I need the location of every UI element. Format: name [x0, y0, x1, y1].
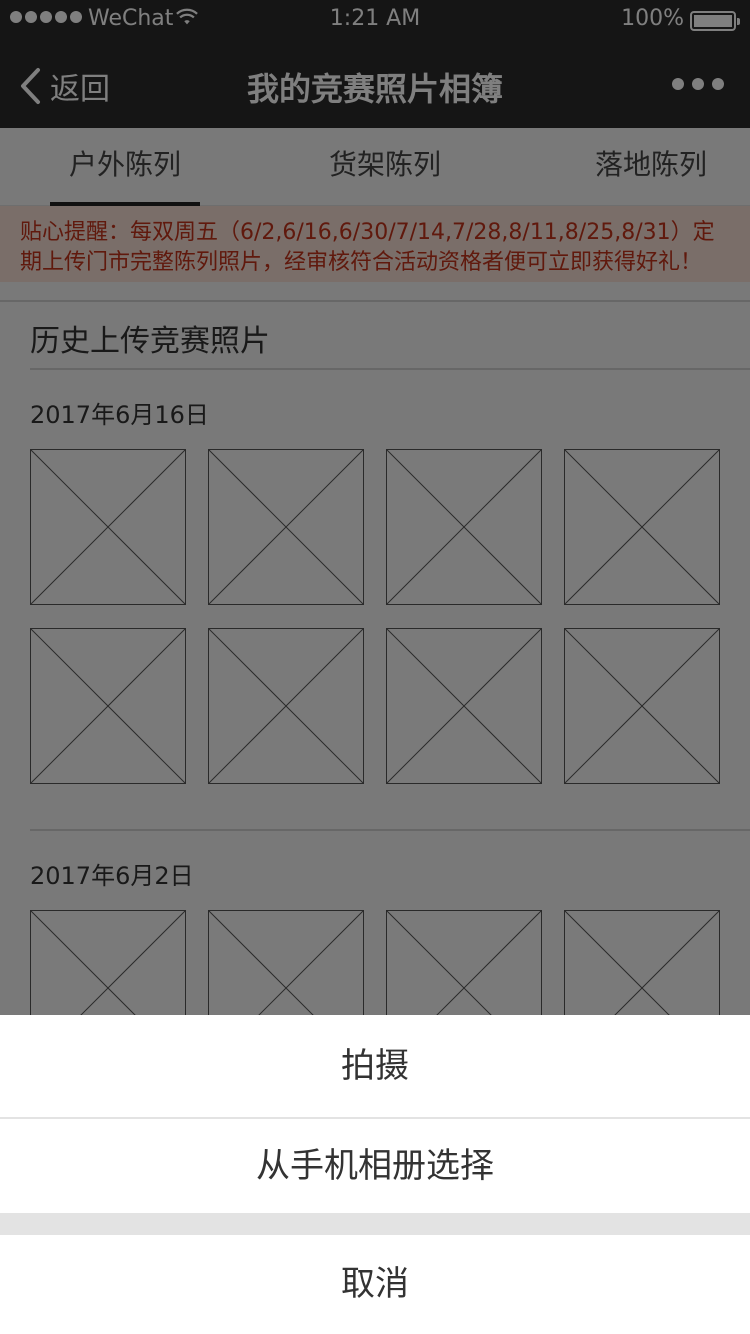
choose-from-album-button[interactable]: 从手机相册选择: [0, 1119, 750, 1213]
take-photo-button[interactable]: 拍摄: [0, 1015, 750, 1117]
action-sheet: 拍摄 从手机相册选择 取消: [0, 1015, 750, 1334]
cancel-button[interactable]: 取消: [0, 1235, 750, 1334]
